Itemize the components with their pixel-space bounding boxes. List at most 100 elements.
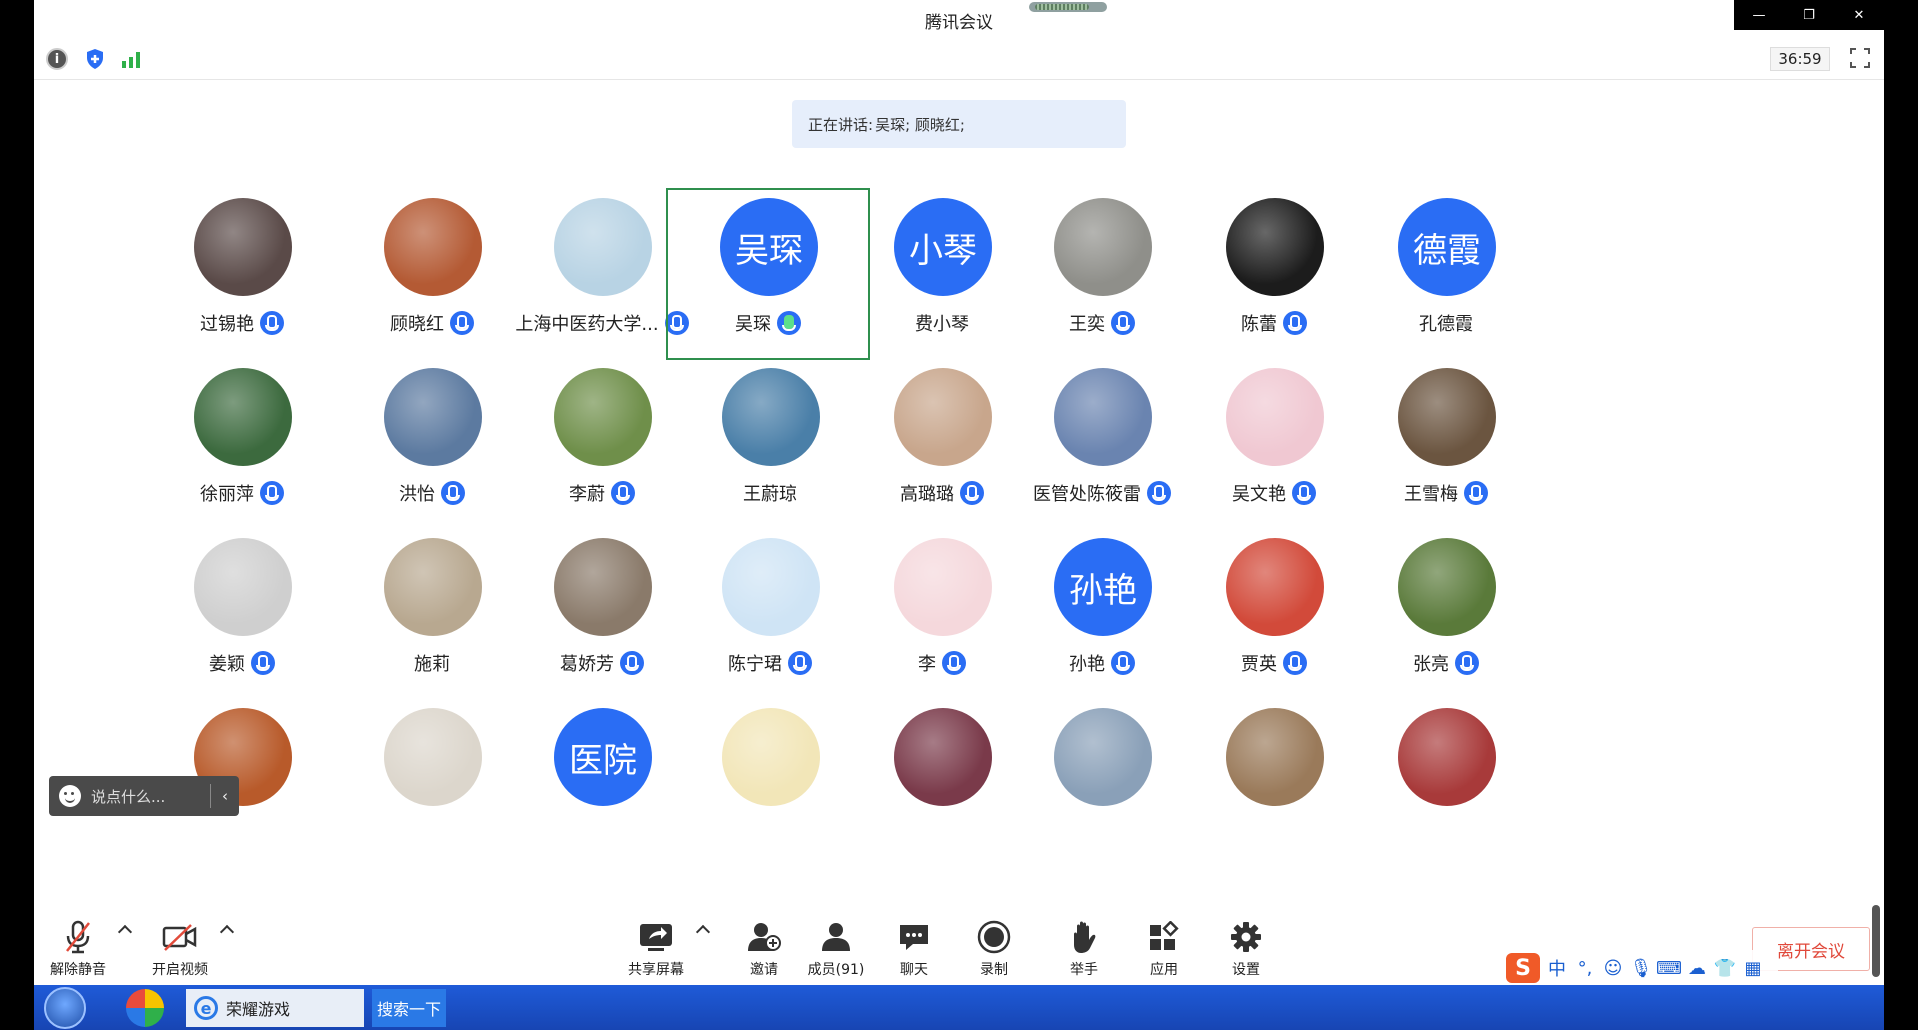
mic-icon xyxy=(1455,651,1479,675)
avatar xyxy=(1226,708,1324,806)
avatar xyxy=(1054,198,1152,296)
avatar xyxy=(384,538,482,636)
participant-tile[interactable] xyxy=(1174,700,1374,816)
keyboard-icon[interactable]: ⌨ xyxy=(1656,958,1682,979)
participant-tile[interactable]: 王奕 xyxy=(1002,190,1202,358)
close-button[interactable]: ✕ xyxy=(1834,0,1884,30)
ime-toolbar: S 中 °, ☺ 🎙 ⌨ ☁ 👕 ▦ xyxy=(1502,950,1778,986)
participant-label: 吴琛 xyxy=(668,310,868,336)
taskbar-ie-label: 荣耀游戏 xyxy=(226,1000,291,1019)
share-screen-icon xyxy=(636,917,676,957)
chat-button[interactable]: 聊天 xyxy=(884,905,944,985)
mic-icon xyxy=(620,651,644,675)
shield-icon[interactable] xyxy=(84,48,106,70)
participant-tile[interactable]: 过锡艳 xyxy=(142,190,342,358)
video-options-caret-icon[interactable] xyxy=(219,924,235,940)
participant-tile[interactable]: 德霞 孔德霞 xyxy=(1346,190,1546,358)
sogou-logo-icon[interactable]: S xyxy=(1506,953,1540,983)
ime-punct-toggle[interactable]: °, xyxy=(1574,958,1596,979)
record-button[interactable]: 录制 xyxy=(964,905,1024,985)
participant-tile[interactable]: 贾英 xyxy=(1174,530,1374,698)
participant-tile[interactable]: 姜颖 xyxy=(142,530,342,698)
restore-button[interactable]: ❐ xyxy=(1784,0,1834,30)
avatar xyxy=(194,368,292,466)
start-button[interactable] xyxy=(44,987,86,1029)
hand-icon xyxy=(1064,917,1104,957)
participant-tile[interactable]: 医管处陈筱雷 xyxy=(1002,360,1202,528)
participant-tile[interactable]: 徐丽萍 xyxy=(142,360,342,528)
chat-quick-input[interactable]: 说点什么... ‹ xyxy=(49,776,239,816)
avatar xyxy=(722,708,820,806)
minimize-button[interactable]: — xyxy=(1734,0,1784,30)
skin-icon[interactable]: 👕 xyxy=(1714,958,1736,979)
emoji-icon[interactable]: ☺ xyxy=(1602,958,1624,979)
participant-name: 姜颖 xyxy=(209,654,245,675)
participant-label: 过锡艳 xyxy=(142,310,342,336)
user-icon[interactable]: ☁ xyxy=(1686,958,1708,979)
invite-label: 邀请 xyxy=(750,962,778,978)
avatar xyxy=(194,198,292,296)
speaking-names: 吴琛; 顾晓红; xyxy=(875,115,965,134)
drag-handle[interactable] xyxy=(1029,2,1107,12)
participant-name: 顾晓红 xyxy=(390,314,444,335)
participant-tile[interactable] xyxy=(1346,700,1546,816)
share-options-caret-icon[interactable] xyxy=(695,924,711,940)
app-pinwheel-icon[interactable] xyxy=(126,989,164,1027)
ime-mode-toggle[interactable]: 中 xyxy=(1546,955,1568,981)
window-title: 腾讯会议 xyxy=(925,13,993,33)
avatar xyxy=(1226,198,1324,296)
avatar: 吴琛 xyxy=(720,198,818,296)
participant-name: 医管处陈筱雷 xyxy=(1033,484,1141,505)
participant-label: 张亮 xyxy=(1346,650,1546,676)
participant-tile[interactable]: 王雪梅 xyxy=(1346,360,1546,528)
mic-icon xyxy=(260,481,284,505)
mic-icon xyxy=(441,481,465,505)
taskbar-ie-item[interactable]: e 荣耀游戏 xyxy=(186,989,364,1027)
voice-input-icon[interactable]: 🎙 xyxy=(1630,958,1653,979)
participant-label: 姜颖 xyxy=(142,650,342,676)
taskbar-search-button[interactable]: 搜索一下 xyxy=(372,989,446,1027)
invite-button[interactable]: 邀请 xyxy=(734,905,794,985)
participant-name: 张亮 xyxy=(1413,654,1449,675)
signal-icon[interactable] xyxy=(121,48,143,70)
avatar xyxy=(1054,708,1152,806)
info-icon[interactable]: i xyxy=(46,48,68,70)
fullscreen-icon[interactable] xyxy=(1850,48,1870,68)
participant-name: 贾英 xyxy=(1241,654,1277,675)
members-button[interactable]: 成员(91) xyxy=(796,905,876,985)
start-video-button[interactable]: 开启视频 xyxy=(142,905,218,985)
avatar xyxy=(1054,368,1152,466)
participant-tile[interactable]: 吴文艳 xyxy=(1174,360,1374,528)
participant-tile[interactable]: 陈蕾 xyxy=(1174,190,1374,358)
emoji-icon[interactable] xyxy=(59,785,81,807)
avatar xyxy=(1226,368,1324,466)
avatar xyxy=(384,708,482,806)
raise-hand-button[interactable]: 举手 xyxy=(1054,905,1114,985)
participant-label: 医管处陈筱雷 xyxy=(1002,480,1202,506)
settings-label: 设置 xyxy=(1232,962,1260,978)
mic-icon xyxy=(260,311,284,335)
volume-slider[interactable] xyxy=(1872,905,1880,977)
mic-muted-icon xyxy=(58,917,98,957)
participant-tile[interactable] xyxy=(670,700,870,816)
participant-tile[interactable]: 陈宁珺 xyxy=(670,530,870,698)
participant-tile[interactable]: 孙艳 孙艳 xyxy=(1002,530,1202,698)
collapse-chevron-icon[interactable]: ‹ xyxy=(211,787,239,805)
settings-button[interactable]: 设置 xyxy=(1216,905,1276,985)
unmute-button[interactable]: 解除静音 xyxy=(40,905,116,985)
apps-button[interactable]: 应用 xyxy=(1134,905,1194,985)
participant-tile[interactable]: 张亮 xyxy=(1346,530,1546,698)
members-icon xyxy=(816,917,856,957)
share-screen-label: 共享屏幕 xyxy=(628,962,684,978)
audio-options-caret-icon[interactable] xyxy=(117,924,133,940)
participant-label: 吴文艳 xyxy=(1174,480,1374,506)
avatar xyxy=(194,538,292,636)
apps-label: 应用 xyxy=(1150,962,1178,978)
avatar xyxy=(384,368,482,466)
participant-tile[interactable] xyxy=(1002,700,1202,816)
toolbox-icon[interactable]: ▦ xyxy=(1742,958,1764,979)
participant-tile[interactable]: 吴琛 吴琛 xyxy=(666,188,870,360)
camera-off-icon xyxy=(160,917,200,957)
participant-tile[interactable]: 王蔚琼 xyxy=(670,360,870,528)
share-screen-button[interactable]: 共享屏幕 xyxy=(616,905,696,985)
